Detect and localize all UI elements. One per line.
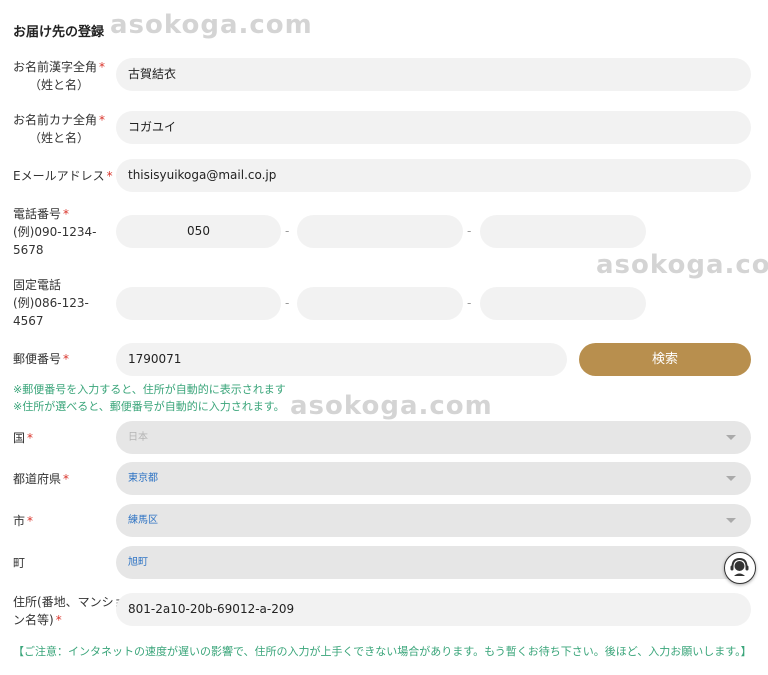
select-value: 練馬区 xyxy=(128,515,158,526)
label-text: 都道府県 xyxy=(13,472,62,486)
country-select[interactable]: 日本 xyxy=(116,421,751,454)
label-sub: （姓と名） xyxy=(29,78,90,92)
phone-part3-input[interactable] xyxy=(480,215,646,248)
label-text: 町 xyxy=(13,556,26,570)
name-kanji-input[interactable]: 古賀結衣 xyxy=(116,58,751,91)
required-mark: * xyxy=(99,113,106,127)
select-value: 日本 xyxy=(128,432,148,443)
watermark: asokoga.com xyxy=(596,250,768,280)
required-mark: * xyxy=(55,613,62,627)
label-sub: （姓と名） xyxy=(29,131,90,145)
email-input[interactable]: thisisyuikoga@mail.co.jp xyxy=(116,159,751,192)
name-kanji-label: お名前漢字全角 * （姓と名） xyxy=(13,58,105,94)
landline-label: 固定電話 (例)086-123- 4567 xyxy=(13,276,89,330)
address-note: ※住所が選べると、郵便番号が自動的に入力されます。 xyxy=(13,400,285,413)
separator: - xyxy=(467,224,472,238)
name-kana-input[interactable]: コガユイ xyxy=(116,111,751,144)
town-label: 町 xyxy=(13,554,25,572)
landline-example: 4567 xyxy=(13,314,44,328)
phone-label: 電話番号 * (例)090-1234- 5678 xyxy=(13,205,96,259)
landline-part1-input[interactable] xyxy=(116,287,281,320)
search-button[interactable]: 検索 xyxy=(579,343,751,376)
label-text: お名前カナ全角 xyxy=(13,113,98,127)
phone-part2-input[interactable] xyxy=(297,215,463,248)
postal-note: ※郵便番号を入力すると、住所が自動的に表示されます xyxy=(13,383,286,396)
required-mark: * xyxy=(99,60,106,74)
postal-code-input[interactable]: 1790071 xyxy=(116,343,567,376)
required-mark: * xyxy=(63,472,70,486)
landline-example: (例)086-123- xyxy=(13,296,89,310)
watermark: asokoga.com xyxy=(290,391,493,421)
label-text: 電話番号 xyxy=(13,207,62,221)
postal-label: 郵便番号 * xyxy=(13,350,69,368)
landline-part2-input[interactable] xyxy=(297,287,463,320)
watermark: asokoga.com xyxy=(110,10,313,40)
separator: - xyxy=(467,296,472,310)
required-mark: * xyxy=(63,352,70,366)
required-mark: * xyxy=(27,431,34,445)
landline-part3-input[interactable] xyxy=(480,287,646,320)
chevron-down-icon xyxy=(726,518,736,523)
prefecture-label: 都道府県 * xyxy=(13,470,69,488)
label-text: 国 xyxy=(13,431,26,445)
phone-example: (例)090-1234- xyxy=(13,225,97,239)
label-text: Eメールアドレス xyxy=(13,169,105,183)
separator: - xyxy=(285,224,290,238)
chevron-down-icon xyxy=(726,435,736,440)
address-input[interactable]: 801-2a10-20b-69012-a-209 xyxy=(116,593,751,626)
label-text: 郵便番号 xyxy=(13,352,62,366)
chevron-down-icon xyxy=(726,476,736,481)
separator: - xyxy=(285,296,290,310)
select-value: 東京都 xyxy=(128,473,158,484)
address-label: 住所(番地、マンショ ン名等) * xyxy=(13,593,126,629)
city-label: 市 * xyxy=(13,512,33,530)
prefecture-select[interactable]: 東京都 xyxy=(116,462,751,495)
email-label: Eメールアドレス * xyxy=(13,167,113,185)
required-mark: * xyxy=(106,169,113,183)
support-chat-icon xyxy=(730,557,749,576)
phone-part1-input[interactable]: 050 xyxy=(116,215,281,248)
name-kana-label: お名前カナ全角 * （姓と名） xyxy=(13,111,105,147)
network-notice: 【ご注意：インタネットの速度が遅いの影響で、住所の入力が上手くできない場合があり… xyxy=(13,645,752,658)
label-text: お名前漢字全角 xyxy=(13,60,98,74)
country-label: 国 * xyxy=(13,429,33,447)
label-text: 住所(番地、マンショ xyxy=(13,595,126,609)
required-mark: * xyxy=(27,514,34,528)
page-title: お届け先の登録 xyxy=(13,25,105,40)
select-value: 旭町 xyxy=(128,557,148,568)
city-select[interactable]: 練馬区 xyxy=(116,504,751,537)
label-text: ン名等) xyxy=(13,613,54,627)
label-text: 固定電話 xyxy=(13,278,62,292)
phone-example: 5678 xyxy=(13,243,44,257)
required-mark: * xyxy=(63,207,70,221)
label-text: 市 xyxy=(13,514,26,528)
town-select[interactable]: 旭町 xyxy=(116,546,751,579)
support-chat-icon[interactable] xyxy=(724,552,756,584)
